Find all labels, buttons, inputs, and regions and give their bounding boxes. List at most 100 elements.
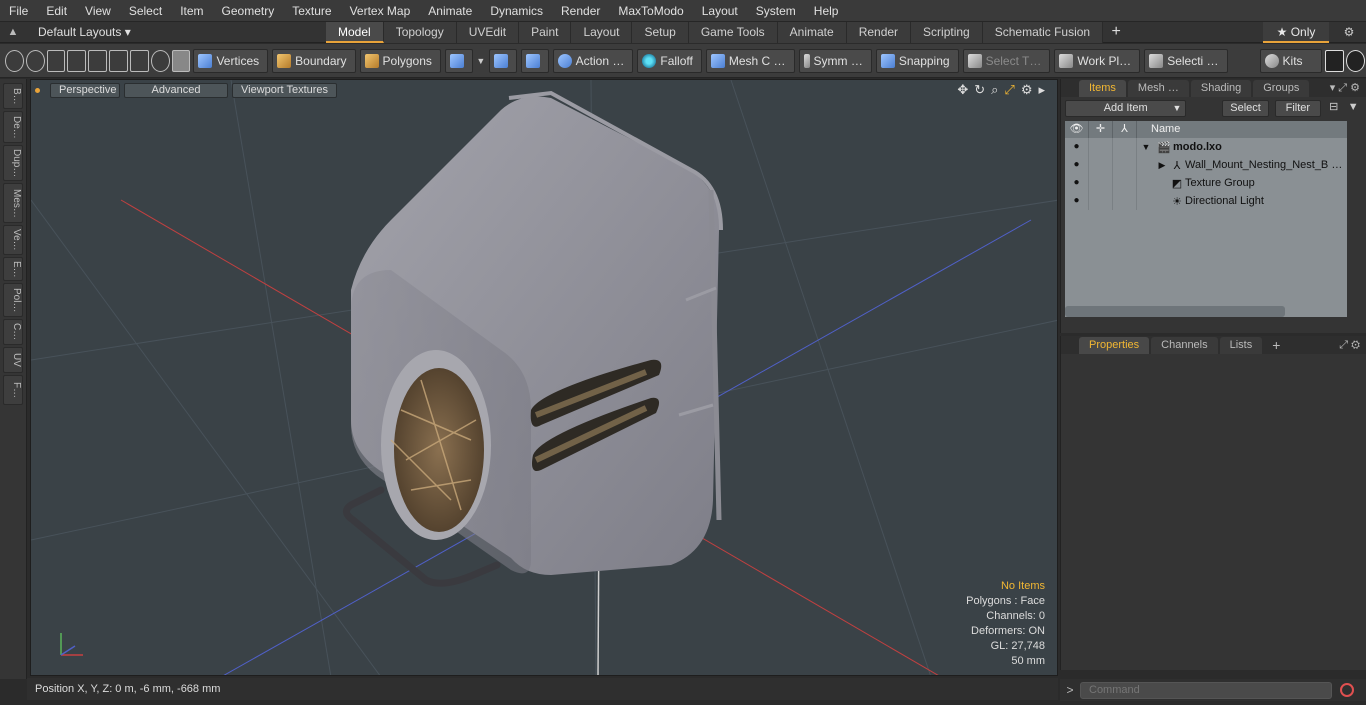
eye-icon[interactable]: ● — [1065, 156, 1089, 174]
tab-groups[interactable]: Groups — [1253, 79, 1310, 97]
globe-icon[interactable] — [25, 49, 45, 72]
menu-render[interactable]: Render — [552, 0, 609, 22]
expand-arrow-icon[interactable]: ▶ — [1155, 160, 1169, 171]
eye-icon[interactable]: ● — [1065, 138, 1089, 156]
align-icon[interactable] — [88, 49, 108, 72]
menu-help[interactable]: Help — [805, 0, 848, 22]
only-toggle[interactable]: ★ Only — [1263, 21, 1329, 43]
menu-edit[interactable]: Edit — [37, 0, 76, 22]
menu-dynamics[interactable]: Dynamics — [481, 0, 552, 22]
strip-tab-polygon[interactable]: Pol… — [3, 283, 23, 317]
pen-icon[interactable] — [46, 49, 66, 72]
filter-button[interactable]: Filter — [1274, 100, 1322, 117]
3d-viewport[interactable]: Perspective Advanced Viewport Textures ✥… — [30, 79, 1058, 676]
add-panel-tab-icon[interactable]: + — [1272, 337, 1280, 353]
menu-view[interactable]: View — [76, 0, 120, 22]
tab-paint[interactable]: Paint — [519, 21, 572, 43]
orbit-icon[interactable] — [150, 49, 170, 72]
name-column-header[interactable]: Name — [1137, 121, 1180, 138]
material-mode-button[interactable] — [444, 48, 473, 73]
tab-properties[interactable]: Properties — [1079, 336, 1150, 354]
menu-animate[interactable]: Animate — [419, 0, 481, 22]
list-item[interactable]: ● ▼ 🎬 modo.lxo — [1065, 138, 1347, 156]
tab-channels[interactable]: Channels — [1151, 336, 1218, 354]
strip-tab-fusion[interactable]: F… — [3, 375, 23, 405]
type-column-icon[interactable]: ⅄ — [1113, 121, 1137, 138]
play-arrow-icon[interactable]: ▸ — [1038, 82, 1045, 98]
visibility-column-icon[interactable]: 👁 — [1065, 121, 1089, 138]
select-button[interactable]: Select — [1222, 100, 1269, 117]
work-plane-button[interactable]: Work Pl… — [1054, 48, 1141, 73]
polygons-button[interactable]: Polygons — [359, 48, 441, 73]
tab-setup[interactable]: Setup — [632, 21, 689, 43]
menu-select[interactable]: Select — [120, 0, 171, 22]
symmetry-shield-button[interactable] — [488, 48, 517, 73]
list-item[interactable]: ● ▶ ⅄ Wall_Mount_Nesting_Nest_B … — [1065, 156, 1347, 174]
move-view-icon[interactable]: ✥ — [957, 82, 968, 98]
tab-topology[interactable]: Topology — [383, 21, 457, 43]
menu-texture[interactable]: Texture — [283, 0, 340, 22]
action-button[interactable]: Action … — [552, 48, 634, 73]
expand-arrow-icon[interactable]: ▼ — [1137, 142, 1155, 152]
menu-item[interactable]: Item — [171, 0, 212, 22]
strip-tab-basic[interactable]: B… — [3, 83, 23, 109]
maximize-icon[interactable]: ⤢ — [1004, 82, 1014, 98]
tab-layout[interactable]: Layout — [571, 21, 633, 43]
eye-icon[interactable]: ● — [1065, 174, 1089, 192]
boundary-button[interactable]: Boundary — [272, 48, 356, 73]
viewport-gear-icon[interactable]: ⚙ — [1021, 82, 1033, 98]
kits-button[interactable]: Kits — [1259, 48, 1323, 73]
panel-options-icon[interactable]: ▾ ⤢ ⚙ — [1330, 81, 1366, 95]
item-mode-icon[interactable] — [171, 49, 191, 72]
tab-render[interactable]: Render — [846, 21, 912, 43]
lock-column-icon[interactable]: ✛ — [1089, 121, 1113, 138]
select-through-button[interactable]: Select T… — [962, 48, 1051, 73]
chevron-down-icon[interactable]: ▼ — [475, 56, 487, 66]
collapse-icon[interactable]: ▲ — [0, 26, 26, 38]
collapse-icon[interactable]: ⊟ — [1327, 100, 1340, 114]
gear-icon[interactable]: ⚙ — [1338, 25, 1360, 39]
tab-scripting[interactable]: Scripting — [911, 21, 983, 43]
tab-mesh[interactable]: Mesh … — [1127, 79, 1189, 97]
menu-system[interactable]: System — [747, 0, 805, 22]
unity-icon[interactable] — [1325, 49, 1345, 72]
strip-tab-vertex[interactable]: Ve… — [3, 225, 23, 255]
perspective-button[interactable]: Perspective — [50, 82, 120, 98]
tab-model[interactable]: Model — [326, 21, 384, 43]
tab-schematic-fusion[interactable]: Schematic Fusion — [982, 21, 1104, 43]
zoom-view-icon[interactable]: ⌕ — [991, 82, 998, 98]
brush-icon[interactable] — [67, 49, 87, 72]
center-icon[interactable] — [109, 49, 128, 72]
nesting-box-model[interactable] — [343, 90, 723, 587]
add-item-button[interactable]: Add Item ▼ — [1065, 100, 1187, 117]
snap-target-icon[interactable] — [129, 49, 149, 72]
layout-selector[interactable]: Default Layouts ▾ — [26, 25, 326, 39]
advanced-button[interactable]: Advanced — [124, 82, 228, 98]
viewport-textures-button[interactable]: Viewport Textures — [232, 82, 338, 98]
rotate-view-icon[interactable]: ↻ — [974, 82, 985, 98]
shield-2-button[interactable] — [520, 48, 549, 73]
snapping-button[interactable]: Snapping — [875, 48, 959, 73]
mesh-constraint-button[interactable]: Mesh C … — [705, 48, 795, 73]
strip-tab-uv[interactable]: UV — [3, 347, 23, 373]
command-input[interactable] — [1080, 681, 1332, 699]
menu-vertex-map[interactable]: Vertex Map — [341, 0, 420, 22]
list-item[interactable]: ● ☀ Directional Light — [1065, 192, 1347, 210]
selection-sets-button[interactable]: Selecti … — [1144, 48, 1228, 73]
falloff-button[interactable]: Falloff — [637, 48, 702, 73]
menu-maxtomodo[interactable]: MaxToModo — [609, 0, 692, 22]
unreal-icon[interactable] — [1346, 49, 1365, 72]
vertices-button[interactable]: Vertices — [193, 48, 269, 73]
tab-uvedit[interactable]: UVEdit — [456, 21, 520, 43]
tab-animate[interactable]: Animate — [777, 21, 847, 43]
tab-lists[interactable]: Lists — [1219, 336, 1263, 354]
list-item[interactable]: ● ◩ Texture Group — [1065, 174, 1347, 192]
strip-tab-edge[interactable]: E… — [3, 257, 23, 281]
strip-tab-curve[interactable]: C… — [3, 319, 23, 345]
tab-game-tools[interactable]: Game Tools — [688, 21, 778, 43]
horizontal-scrollbar[interactable] — [1065, 306, 1285, 317]
menu-file[interactable]: File — [0, 0, 37, 22]
strip-tab-duplicate[interactable]: Dup… — [3, 145, 23, 181]
tab-shading[interactable]: Shading — [1190, 79, 1252, 97]
eye-icon[interactable]: ● — [1065, 192, 1089, 210]
